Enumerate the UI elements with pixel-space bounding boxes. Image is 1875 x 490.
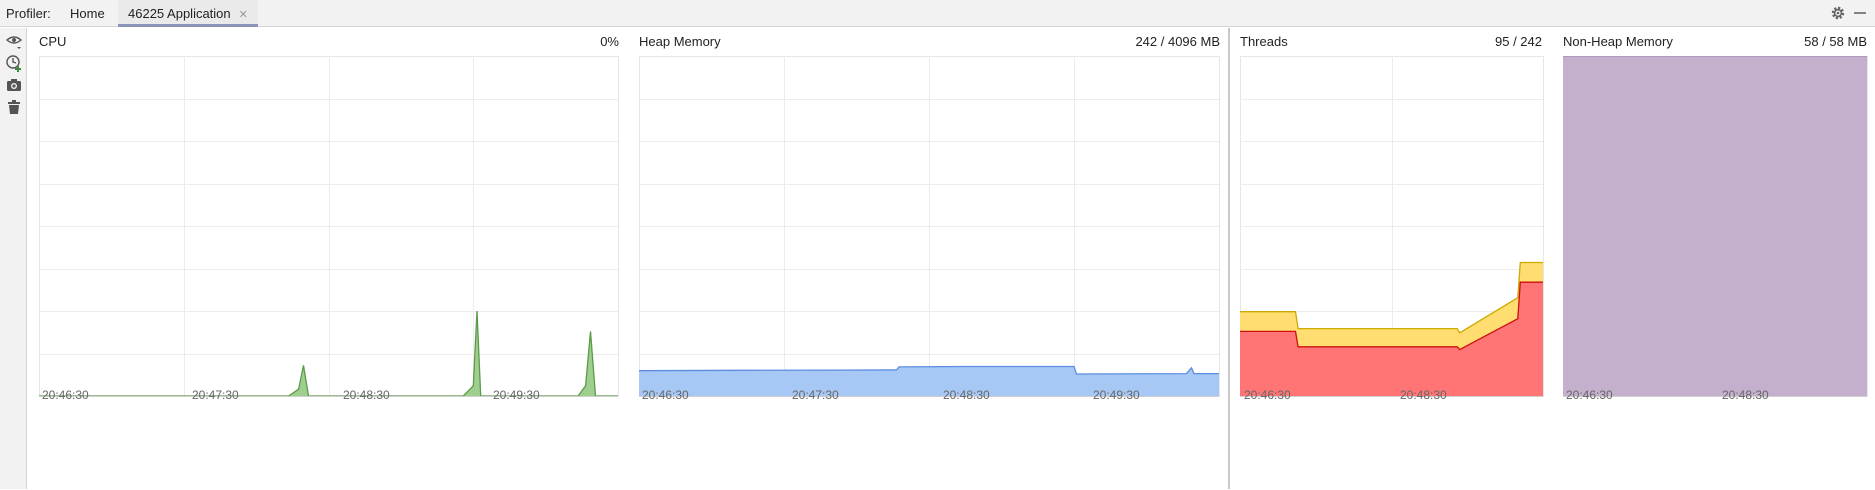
threads-title: Threads — [1240, 34, 1288, 49]
tab-application-label: 46225 Application — [128, 6, 231, 21]
heap-title: Heap Memory — [639, 34, 721, 49]
cpu-chart — [39, 56, 619, 397]
threads-panel: Threads 95 / 242 20:46:30 20:48:30 — [1230, 28, 1550, 489]
nonheap-x-tick: 20:48:30 — [1722, 388, 1769, 402]
heap-x-tick: 20:47:30 — [792, 388, 839, 402]
threads-value: 95 / 242 — [1495, 34, 1542, 49]
heap-memory-panel: Heap Memory 242 / 4096 MB 20:46:30 20:47… — [627, 28, 1228, 489]
profiler-label: Profiler: — [6, 6, 51, 21]
cpu-x-tick: 20:48:30 — [343, 388, 390, 402]
tab-home-label: Home — [70, 6, 105, 21]
close-icon[interactable]: ✕ — [239, 9, 248, 21]
threads-x-tick: 20:46:30 — [1244, 388, 1291, 402]
gear-icon[interactable] — [1829, 4, 1847, 22]
heap-x-tick: 20:48:30 — [943, 388, 990, 402]
camera-icon[interactable] — [4, 75, 24, 95]
nonheap-value: 58 / 58 MB — [1804, 34, 1867, 49]
heap-value: 242 / 4096 MB — [1135, 34, 1220, 49]
cpu-value: 0% — [600, 34, 619, 49]
heap-x-tick: 20:49:30 — [1093, 388, 1140, 402]
threads-x-tick: 20:48:30 — [1400, 388, 1447, 402]
non-heap-memory-panel: Non-Heap Memory 58 / 58 MB 20:46:30 20:4… — [1550, 28, 1875, 489]
trash-icon[interactable] — [4, 97, 24, 117]
cpu-x-tick: 20:46:30 — [42, 388, 89, 402]
series-area — [1563, 56, 1867, 396]
nonheap-x-tick: 20:46:30 — [1566, 388, 1613, 402]
cpu-x-tick: 20:47:30 — [192, 388, 239, 402]
cpu-title: CPU — [39, 34, 67, 49]
tab-46225-application[interactable]: 46225 Application ✕ — [118, 0, 258, 27]
profiler-toolbar — [0, 28, 27, 489]
cpu-panel: CPU 0% 20:46:30 20:47:30 20:48:30 20:49:… — [27, 28, 627, 489]
eye-dropdown-icon[interactable] — [4, 32, 24, 52]
heap-memory-chart — [639, 56, 1220, 397]
profiler-tab-bar: Profiler: Home 46225 Application ✕ — [0, 0, 1875, 27]
minimize-icon[interactable] — [1851, 4, 1869, 22]
tab-home[interactable]: Home — [60, 0, 115, 27]
heap-x-tick: 20:46:30 — [642, 388, 689, 402]
threads-chart — [1240, 56, 1544, 397]
non-heap-memory-chart — [1563, 56, 1868, 397]
nonheap-title: Non-Heap Memory — [1563, 34, 1673, 49]
cpu-x-tick: 20:49:30 — [493, 388, 540, 402]
clock-add-icon[interactable] — [4, 53, 24, 73]
